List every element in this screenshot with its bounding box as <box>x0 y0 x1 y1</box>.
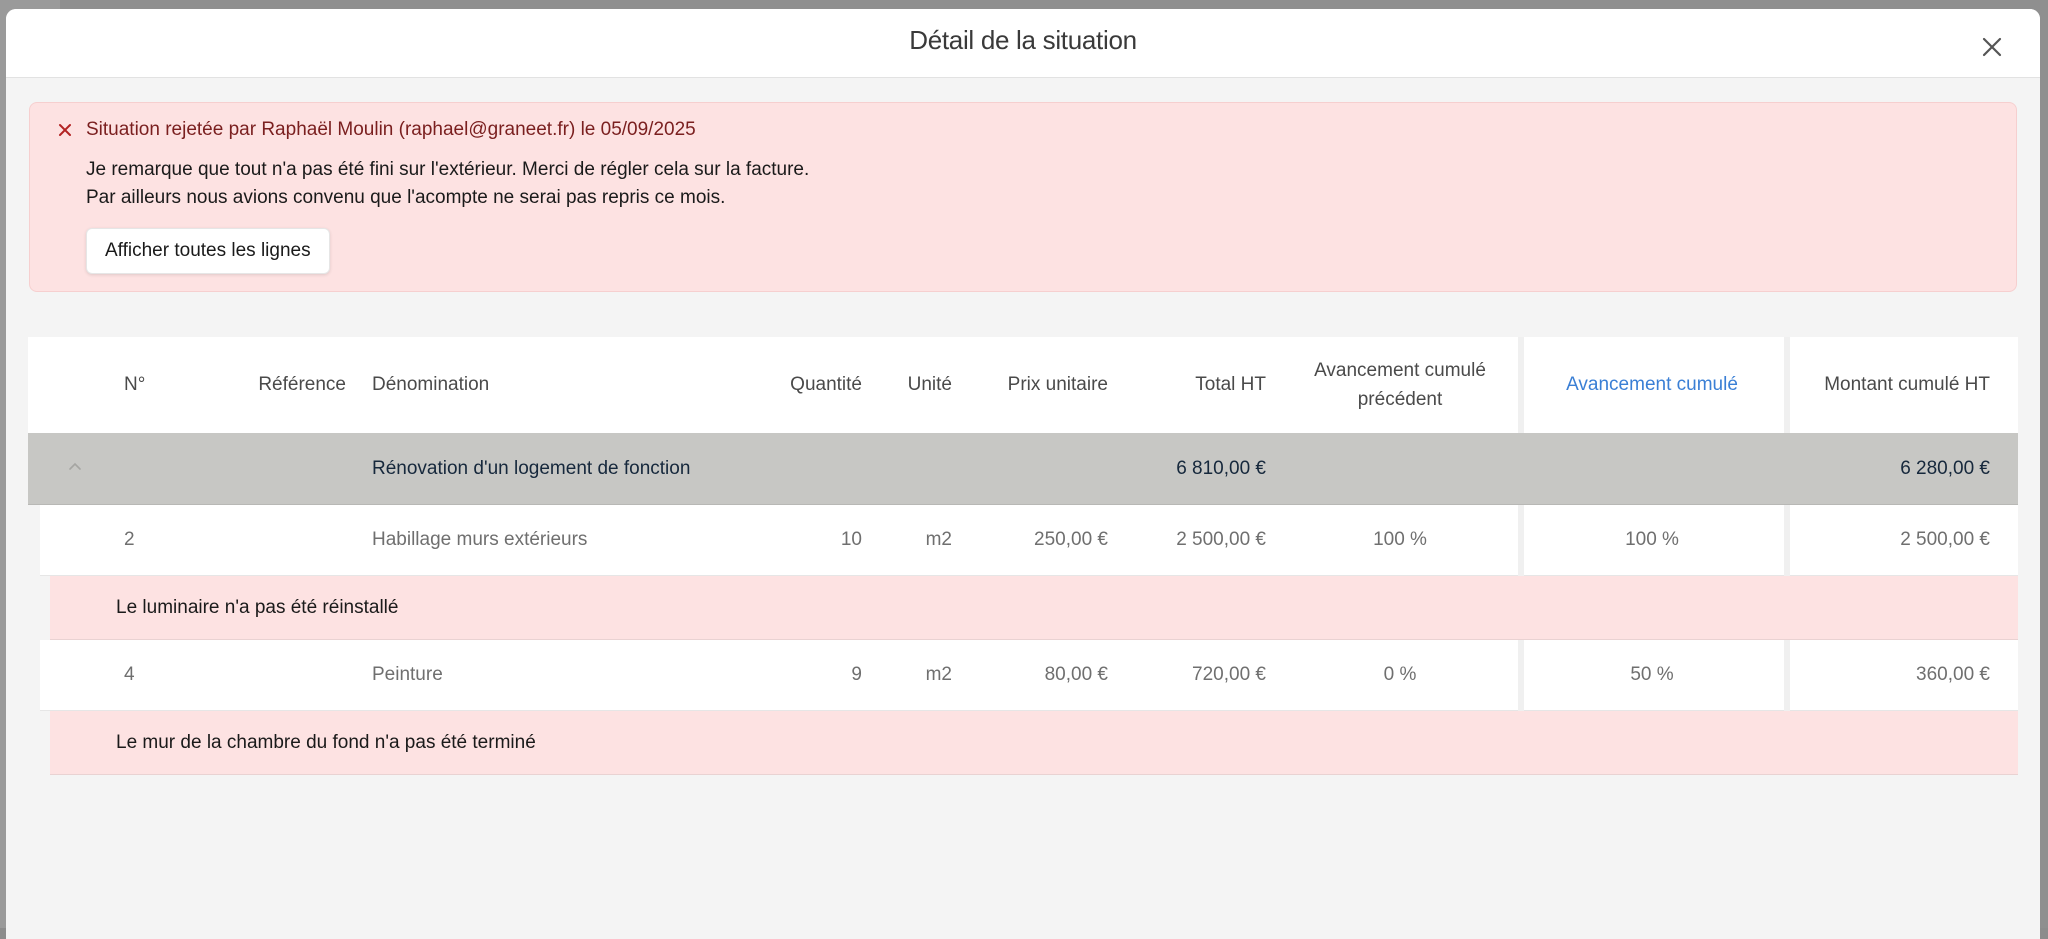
header-unit: Unité <box>907 374 952 395</box>
header-reference: Référence <box>258 374 346 395</box>
row-unit-price: 250,00 € <box>1034 529 1108 550</box>
alert-message-line-2: Par ailleurs nous avions convenu que l'a… <box>86 187 726 208</box>
table-body: 2 Habillage murs extérieurs 10 m2 250,00… <box>40 505 2018 576</box>
row-cumulative-amount: 360,00 € <box>1916 664 1990 685</box>
header-unit-price: Prix unitaire <box>1007 374 1108 395</box>
close-button[interactable] <box>1978 33 2006 61</box>
row-cumulative-amount: 2 500,00 € <box>1900 529 1990 550</box>
column-separator <box>1518 337 1524 433</box>
header-cumulative-amount: Montant cumulé HT <box>1824 374 1990 395</box>
column-separator <box>1784 337 1790 433</box>
row-progress[interactable]: 100 % <box>1524 505 1780 575</box>
table-row[interactable]: 4 Peinture 9 m2 80,00 € 720,00 € 0 % 50 … <box>40 640 2018 711</box>
column-separator <box>1518 640 1524 711</box>
column-separator <box>1784 640 1790 711</box>
row-unit: m2 <box>925 529 952 550</box>
situation-detail-modal: Détail de la situation Situation rejetée… <box>6 9 2040 939</box>
chevron-up-icon[interactable] <box>68 461 82 471</box>
row-quantity: 9 <box>851 664 862 685</box>
row-comment-text: Le mur de la chambre du fond n'a pas été… <box>116 731 536 753</box>
group-cumulative-amount: 6 280,00 € <box>1900 457 1990 479</box>
table-body: 4 Peinture 9 m2 80,00 € 720,00 € 0 % 50 … <box>40 640 2018 711</box>
error-x-icon <box>59 124 71 136</box>
row-total-ht: 720,00 € <box>1192 664 1266 685</box>
group-denomination: Rénovation d'un logement de fonction <box>372 457 691 479</box>
row-number: 4 <box>124 664 135 685</box>
modal-header: Détail de la situation <box>6 9 2040 78</box>
column-separator <box>1518 505 1524 576</box>
row-previous-progress: 0 % <box>1383 664 1417 685</box>
row-unit-price: 80,00 € <box>1044 664 1108 685</box>
close-icon <box>1982 37 2002 57</box>
header-number: N° <box>124 374 146 395</box>
row-denomination: Habillage murs extérieurs <box>372 529 588 550</box>
row-number: 2 <box>124 529 135 550</box>
column-separator <box>1784 505 1790 576</box>
row-unit: m2 <box>925 664 952 685</box>
header-previous-progress: Avancement cumulé précédent <box>1278 337 1522 433</box>
header-denomination: Dénomination <box>372 374 490 395</box>
header-previous-progress-line-1: Avancement cumulé <box>1314 360 1486 381</box>
header-quantity: Quantité <box>790 374 862 395</box>
row-previous-progress: 100 % <box>1373 529 1427 550</box>
header-previous-progress-line-2: précédent <box>1357 389 1443 410</box>
header-progress[interactable]: Avancement cumulé <box>1524 337 1780 433</box>
alert-title: Situation rejetée par Raphaël Moulin (ra… <box>86 119 696 140</box>
group-total-ht: 6 810,00 € <box>1176 457 1266 479</box>
situation-table: N° Référence Dénomination Quantité Unité… <box>28 337 2018 775</box>
row-comment-text: Le luminaire n'a pas été réinstallé <box>116 596 399 618</box>
table-row[interactable]: 2 Habillage murs extérieurs 10 m2 250,00… <box>40 505 2018 576</box>
modal-title: Détail de la situation <box>909 25 1137 55</box>
table-header: N° Référence Dénomination Quantité Unité… <box>28 337 2018 433</box>
header-total-ht: Total HT <box>1195 374 1266 395</box>
show-all-lines-button[interactable]: Afficher toutes les lignes <box>86 228 330 274</box>
row-comment: Le luminaire n'a pas été réinstallé <box>50 576 2018 640</box>
row-progress[interactable]: 50 % <box>1524 640 1780 710</box>
table-group-row[interactable]: Rénovation d'un logement de fonction 6 8… <box>28 433 2018 505</box>
alert-message-line-1: Je remarque que tout n'a pas été fini su… <box>86 159 810 180</box>
row-total-ht: 2 500,00 € <box>1176 529 1266 550</box>
row-comment: Le mur de la chambre du fond n'a pas été… <box>50 711 2018 775</box>
rejection-alert: Situation rejetée par Raphaël Moulin (ra… <box>29 102 2017 292</box>
row-denomination: Peinture <box>372 664 443 685</box>
row-quantity: 10 <box>840 529 862 550</box>
